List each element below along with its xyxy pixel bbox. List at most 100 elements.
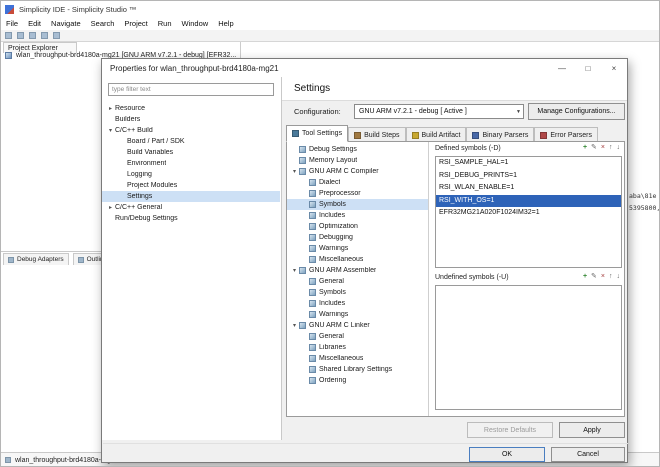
tool-tree-item[interactable]: General [287, 276, 428, 287]
defined-symbol-row[interactable]: RSI_DEBUG_PRINTS=1 [436, 170, 621, 183]
tool-tree-item[interactable]: Symbols [287, 199, 428, 210]
nav-tree-item[interactable]: Project Modules [102, 180, 280, 191]
toolbar-icon[interactable] [17, 32, 24, 39]
nav-tree-item[interactable]: Logging [102, 169, 280, 180]
toolbar-icon[interactable] [53, 32, 60, 39]
tab-icon [412, 132, 419, 139]
menu-item[interactable]: Edit [23, 19, 46, 28]
nav-tree-label: Environment [127, 160, 166, 167]
move-up-icon[interactable]: ↑ [609, 273, 613, 281]
menu-item[interactable]: Window [177, 19, 214, 28]
expand-arrow-icon[interactable] [106, 204, 115, 211]
menu-item[interactable]: Project [119, 19, 152, 28]
settings-tab[interactable]: Build Steps [348, 127, 405, 142]
move-down-icon[interactable]: ↓ [617, 273, 621, 281]
menu-item[interactable]: Help [213, 19, 238, 28]
tool-tree-item[interactable]: Dialect [287, 177, 428, 188]
settings-tab[interactable]: Tool Settings [286, 125, 348, 142]
menu-item[interactable]: Search [86, 19, 120, 28]
tool-tree-item[interactable]: Warnings [287, 309, 428, 320]
tool-tree-item[interactable]: GNU ARM Assembler [287, 265, 428, 276]
nav-tree-item[interactable]: Resource [102, 103, 280, 114]
tool-tree-item[interactable]: General [287, 331, 428, 342]
cancel-button[interactable]: Cancel [551, 447, 625, 462]
tool-tree-item[interactable]: Miscellaneous [287, 254, 428, 265]
tool-tree-item[interactable]: Symbols [287, 287, 428, 298]
project-icon [5, 457, 11, 463]
menu-item[interactable]: File [1, 19, 23, 28]
apply-button[interactable]: Apply [559, 422, 625, 438]
tool-tree-item[interactable]: Includes [287, 210, 428, 221]
page-title: Settings [294, 83, 330, 94]
tool-tree-item[interactable]: Preprocessor [287, 188, 428, 199]
menu-item[interactable]: Run [153, 19, 177, 28]
tool-node-icon [299, 267, 306, 274]
settings-tab[interactable]: Binary Parsers [466, 127, 534, 142]
toolbar-icon[interactable] [41, 32, 48, 39]
expand-arrow-icon[interactable] [106, 105, 115, 112]
tool-tree-item[interactable]: GNU ARM C Compiler [287, 166, 428, 177]
tool-tree-item[interactable]: Libraries [287, 342, 428, 353]
ok-button[interactable]: OK [469, 447, 545, 462]
outline-icon [78, 257, 84, 263]
expand-arrow-icon[interactable] [290, 168, 299, 175]
tool-tree-item[interactable]: Warnings [287, 243, 428, 254]
tool-tree-label: GNU ARM C Compiler [309, 168, 379, 175]
tool-tree-item[interactable]: Debug Settings [287, 144, 428, 155]
expand-arrow-icon[interactable] [290, 267, 299, 274]
nav-tree-item[interactable]: C/C++ Build [102, 125, 280, 136]
restore-defaults-button[interactable]: Restore Defaults [467, 422, 553, 438]
defined-symbol-row[interactable]: RSI_WLAN_ENABLE=1 [436, 182, 621, 195]
move-up-icon[interactable]: ↑ [609, 144, 613, 152]
tool-tree-item[interactable]: Optimization [287, 221, 428, 232]
debug-adapters-icon [8, 257, 14, 263]
dialog-title-bar[interactable]: Properties for wlan_throughput-brd4180a-… [102, 59, 627, 77]
nav-tree-item[interactable]: C/C++ General [102, 202, 280, 213]
defined-symbol-row[interactable]: RSI_WITH_OS=1 [436, 195, 621, 208]
defined-symbol-row[interactable]: RSI_SAMPLE_HAL=1 [436, 157, 621, 170]
configuration-label: Configuration: [294, 107, 341, 116]
background-editor-fragment: aba\81e [629, 192, 656, 200]
maximize-icon[interactable]: □ [575, 59, 601, 77]
edit-symbol-icon[interactable]: ✎ [591, 273, 597, 281]
tool-tree-item[interactable]: Debugging [287, 232, 428, 243]
tool-tree-label: Includes [319, 300, 345, 307]
expand-arrow-icon[interactable] [290, 322, 299, 329]
edit-symbol-icon[interactable]: ✎ [591, 144, 597, 152]
settings-tab[interactable]: Error Parsers [534, 127, 598, 142]
add-symbol-icon[interactable]: + [583, 144, 587, 152]
delete-symbol-icon[interactable]: × [601, 144, 605, 152]
tool-tree-item[interactable]: Miscellaneous [287, 353, 428, 364]
add-symbol-icon[interactable]: + [583, 273, 587, 281]
nav-tree-item[interactable]: Board / Part / SDK [102, 136, 280, 147]
tool-tree-item[interactable]: Memory Layout [287, 155, 428, 166]
nav-tree-item[interactable]: Build Variables [102, 147, 280, 158]
tool-tree-item[interactable]: GNU ARM C Linker [287, 320, 428, 331]
main-window-title: Simplicity IDE - Simplicity Studio ™ [19, 5, 137, 14]
move-down-icon[interactable]: ↓ [617, 144, 621, 152]
tab-debug-adapters[interactable]: Debug Adapters [3, 253, 69, 265]
tool-tree-item[interactable]: Ordering [287, 375, 428, 386]
nav-tree-item[interactable]: Run/Debug Settings [102, 213, 280, 224]
main-toolbar [1, 30, 659, 42]
expand-arrow-icon[interactable] [106, 127, 115, 134]
nav-tree-item[interactable]: Environment [102, 158, 280, 169]
manage-configurations-button[interactable]: Manage Configurations... [528, 103, 625, 120]
minimize-icon[interactable]: — [549, 59, 575, 77]
tool-tree-item[interactable]: Shared Library Settings [287, 364, 428, 375]
defined-symbol-row[interactable]: EFR32MG21A020F1024IM32=1 [436, 207, 621, 220]
toolbar-icon[interactable] [29, 32, 36, 39]
nav-tree-item[interactable]: Builders [102, 114, 280, 125]
filter-input[interactable] [108, 83, 274, 96]
settings-tab[interactable]: Build Artifact [406, 127, 467, 142]
nav-tree-item[interactable]: Settings [102, 191, 280, 202]
nav-tree-label: Run/Debug Settings [115, 215, 178, 222]
undefined-symbols-toolbar: + ✎ × ↑ ↓ [583, 273, 620, 281]
configuration-dropdown[interactable]: GNU ARM v7.2.1 - debug [ Active ] ▼ [354, 104, 524, 119]
delete-symbol-icon[interactable]: × [601, 273, 605, 281]
close-icon[interactable]: × [601, 59, 627, 77]
tool-tree-item[interactable]: Includes [287, 298, 428, 309]
menu-item[interactable]: Navigate [46, 19, 86, 28]
toolbar-icon[interactable] [5, 32, 12, 39]
defined-symbols-label: Defined symbols (-D) [435, 145, 501, 152]
